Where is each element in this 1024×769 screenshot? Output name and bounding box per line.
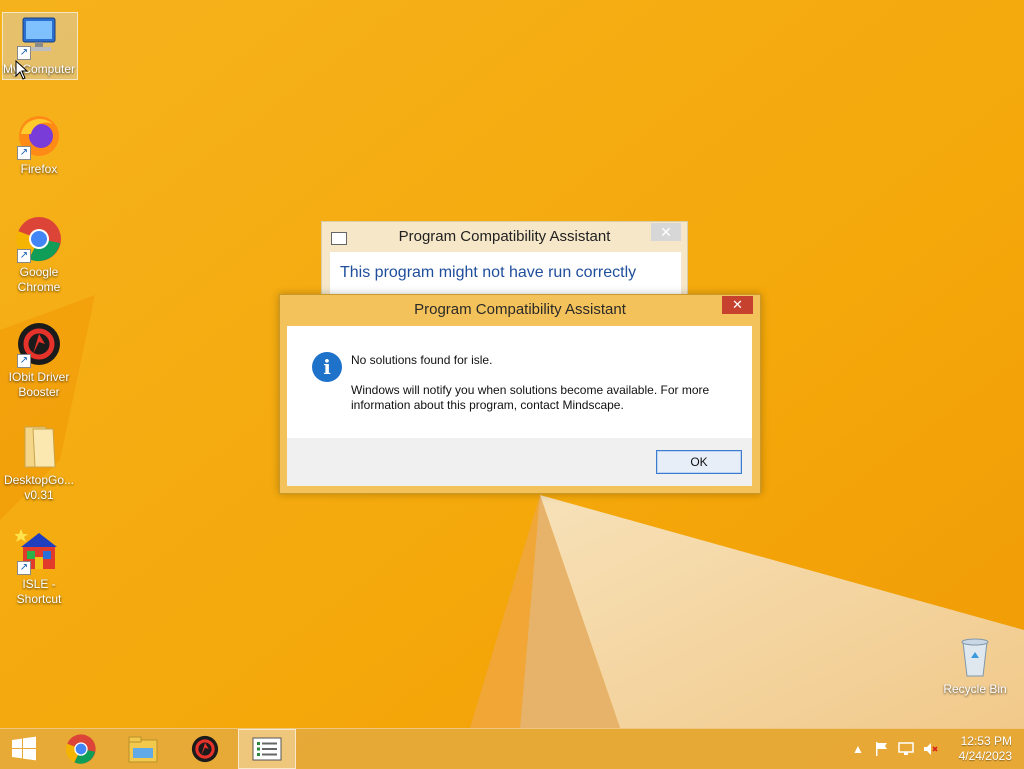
detail-text: Windows will notify you when solutions b… [351,383,710,412]
dialog-body: i No solutions found for isle. Windows w… [287,326,752,486]
driver-booster-icon: ↗ [15,320,63,368]
desktop-icon-firefox[interactable]: ↗ Firefox [0,112,78,177]
compatibility-dialog-background[interactable]: Program Compatibility Assistant ✕ This p… [321,221,688,299]
desktop-icon-my-computer[interactable]: ↗ My Computer [0,6,78,80]
recycle-bin-icon [951,632,999,680]
taskbar-compatibility-assistant[interactable] [238,729,296,769]
desktop-icon-label: Firefox [20,162,58,176]
desktop-icon-recycle-bin[interactable]: Recycle Bin [936,632,1014,697]
firefox-icon: ↗ [15,112,63,160]
message-area: i No solutions found for isle. Windows w… [287,326,752,438]
dialog-title: Program Compatibility Assistant [414,301,626,318]
chrome-icon: ↗ [15,215,63,263]
ok-button[interactable]: OK [656,450,742,474]
desktop-icon-desktopgo[interactable]: DesktopGo... v0.31 [0,423,78,503]
desktop-icon-label: DesktopGo... v0.31 [3,473,75,502]
taskbar-file-explorer[interactable] [114,729,172,769]
network-icon[interactable] [898,741,914,757]
clock-time: 12:53 PM [960,734,1012,748]
action-center-flag-icon[interactable] [874,741,890,757]
windows-logo-icon [12,736,36,761]
desktop-icon-label: Recycle Bin [943,682,1007,696]
close-button[interactable]: ✕ [651,223,681,241]
shortcut-arrow-icon: ↗ [17,146,31,160]
dialog-content: This program might not have run correctl… [330,252,681,298]
compatibility-assistant-icon [252,737,282,761]
show-hidden-icons-chevron-icon[interactable]: ▲ [850,741,866,757]
isle-icon: ↗ [14,527,63,575]
taskbar: ▲ 12:53 PM 4/24/2023 [0,728,1024,769]
main-instruction: No solutions found for isle. [351,353,493,367]
volume-muted-icon[interactable] [922,741,938,757]
desktop-icon-iobit-driver-booster[interactable]: ↗ IObit Driver Booster [0,320,78,400]
dialog-titlebar[interactable]: Program Compatibility Assistant ✕ [280,295,760,325]
shortcut-arrow-icon: ↗ [17,561,31,575]
clock[interactable]: 12:53 PM 4/24/2023 [942,734,1012,764]
taskbar-driver-booster[interactable] [176,729,234,769]
taskbar-chrome[interactable] [52,729,110,769]
desktop-icon-label: Google Chrome [17,265,61,294]
dialog-message: This program might not have run correctl… [340,264,637,281]
start-button[interactable] [0,729,48,769]
shortcut-arrow-icon: ↗ [17,354,31,368]
desktop-icon-google-chrome[interactable]: ↗ Google Chrome [0,215,78,295]
folder-icon [15,423,63,471]
dialog-title: Program Compatibility Assistant [398,228,611,245]
driver-booster-icon [191,735,219,763]
clock-date: 4/24/2023 [958,749,1012,763]
dialog-titlebar[interactable]: Program Compatibility Assistant ✕ [322,222,687,252]
shortcut-arrow-icon: ↗ [17,249,31,263]
desktop-icon-label: IObit Driver Booster [8,370,70,399]
desktop-icon-label: ISLE - Shortcut [16,577,62,606]
chrome-icon [65,734,96,764]
close-button[interactable]: ✕ [722,296,753,314]
close-icon: ✕ [660,224,672,240]
desktop-icon-isle-shortcut[interactable]: ↗ ISLE - Shortcut [0,527,78,607]
window-app-icon [331,232,347,245]
mouse-cursor-icon [15,60,29,80]
file-explorer-icon [128,736,158,763]
info-icon: i [312,352,342,382]
close-icon: ✕ [732,297,743,312]
desktop-icon-label: My Computer [2,62,76,76]
compatibility-dialog[interactable]: Program Compatibility Assistant ✕ i No s… [279,294,761,494]
computer-icon: ↗ [15,12,63,60]
shortcut-arrow-icon: ↗ [17,46,31,60]
